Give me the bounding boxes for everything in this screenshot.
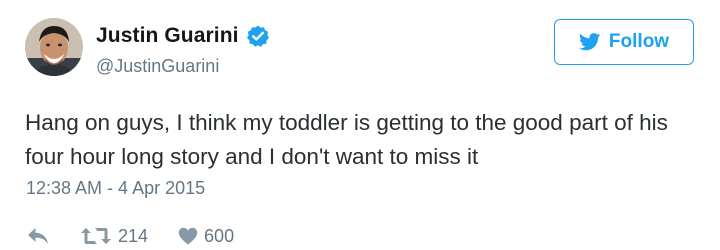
tweet-timestamp[interactable]: 12:38 AM - 4 Apr 2015 [26,178,205,199]
heart-icon [178,227,198,245]
tweet-text: Hang on guys, I think my toddler is gett… [25,110,668,169]
twitter-bird-icon [578,33,601,51]
follow-button[interactable]: Follow [554,19,694,65]
display-name[interactable]: Justin Guarini [96,24,239,48]
name-row: Justin Guarini [96,22,270,50]
profile-photo-icon [25,18,83,76]
user-info: Justin Guarini @JustinGuarini [96,22,270,77]
retweet-button[interactable]: 214 [80,226,148,247]
user-handle[interactable]: @JustinGuarini [96,56,270,77]
avatar[interactable] [25,18,83,76]
tweet-card: Justin Guarini @JustinGuarini Follow Han… [0,0,720,250]
reply-icon [26,227,50,245]
like-count: 600 [204,225,235,246]
reply-button[interactable] [26,227,50,245]
retweet-count: 214 [118,225,149,246]
retweet-icon [80,226,112,246]
like-button[interactable]: 600 [178,226,234,247]
verified-badge-icon [246,24,270,48]
tweet-actions: 214 600 [26,224,234,248]
follow-label: Follow [608,31,670,52]
